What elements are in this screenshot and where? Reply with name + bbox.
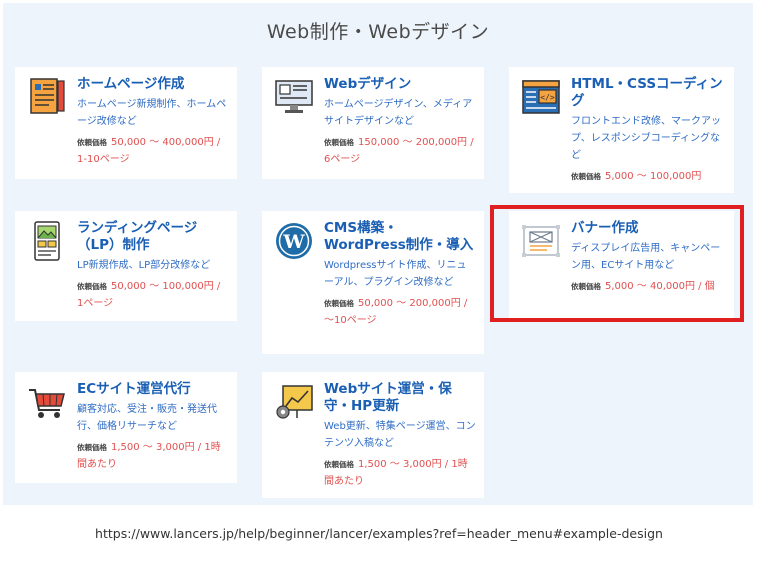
card-description: ホームページデザイン、メディアサイトデザインなど [324, 99, 473, 127]
price-label: 依頼価格 [77, 443, 107, 452]
card-description: Wordpressサイト作成、リニューアル、プラグイン改修など [324, 260, 467, 288]
card-description: フロントエンド改修、マークアップ、レスポンシブコーディングなど [571, 116, 721, 161]
card-cms-wordpress[interactable]: W CMS構築・WordPress制作・導入 Wordpressサイト作成、リニ… [262, 211, 484, 354]
card-description: LP新規作成、LP部分改修など [77, 260, 211, 271]
shopping-cart-icon [27, 382, 67, 422]
monitor-design-icon [274, 77, 314, 117]
price-label: 依頼価格 [77, 282, 107, 291]
price-label: 依頼価格 [324, 460, 354, 469]
card-price: 依頼価格 50,000 〜 100,000円 / 1ページ [77, 278, 229, 312]
card-description: ホームページ新規制作、ホームページ改修など [77, 99, 227, 127]
wordpress-icon: W [274, 221, 314, 261]
card-title: Webデザイン [324, 76, 412, 92]
card-price: 依頼価格 5,000 〜 100,000円 [571, 168, 726, 185]
card-price: 依頼価格 150,000 〜 200,000円 / 6ページ [324, 134, 476, 168]
card-price: 依頼価格 50,000 〜 400,000円 / 1-10ページ [77, 134, 229, 168]
card-title: HTML・CSSコーディング [571, 76, 723, 109]
svg-text:W: W [282, 231, 305, 253]
card-description: 顧客対応、受注・販売・発送代行、価格リサーチなど [77, 404, 217, 432]
highlight-box [490, 205, 744, 322]
card-ec-operation[interactable]: ECサイト運営代行 顧客対応、受注・販売・発送代行、価格リサーチなど 依頼価格 1… [15, 372, 237, 483]
landing-page-icon [27, 221, 67, 261]
price-label: 依頼価格 [324, 138, 354, 147]
source-url: https://www.lancers.jp/help/beginner/lan… [95, 526, 663, 541]
price-label: 依頼価格 [77, 138, 107, 147]
card-title: CMS構築・WordPress制作・導入 [324, 220, 474, 253]
card-price: 依頼価格 1,500 〜 3,000円 / 1時間あたり [77, 439, 229, 473]
card-title: ホームページ作成 [77, 76, 185, 92]
price-label: 依頼価格 [571, 172, 601, 181]
price-label: 依頼価格 [324, 299, 354, 308]
section-title: Web制作・Webデザイン [266, 21, 490, 43]
card-homepage[interactable]: ホームページ作成 ホームページ新規制作、ホームページ改修など 依頼価格 50,00… [15, 67, 237, 179]
card-title: ECサイト運営代行 [77, 381, 191, 397]
code-window-icon: </> [521, 77, 561, 117]
document-ruler-icon [27, 77, 67, 117]
card-price: 依頼価格 50,000 〜 200,000円 / 〜10ページ [324, 295, 476, 329]
card-price: 依頼価格 1,500 〜 3,000円 / 1時間あたり [324, 456, 476, 490]
price-value: 5,000 〜 100,000円 [605, 171, 702, 182]
card-title: ランディングページ（LP）制作 [77, 220, 198, 253]
card-web-design[interactable]: Webデザイン ホームページデザイン、メディアサイトデザインなど 依頼価格 150… [262, 67, 484, 179]
card-site-maintenance[interactable]: Webサイト運営・保守・HP更新 Web更新、特集ページ運営、コンテンツ入稿など… [262, 372, 484, 498]
card-description: Web更新、特集ページ運営、コンテンツ入稿など [324, 421, 476, 449]
svg-text:</>: </> [540, 93, 555, 102]
card-title: Webサイト運営・保守・HP更新 [324, 381, 452, 414]
chart-gear-icon [274, 382, 314, 422]
card-html-css[interactable]: </> HTML・CSSコーディング フロントエンド改修、マークアップ、レスポン… [509, 67, 734, 193]
card-landing-page[interactable]: ランディングページ（LP）制作 LP新規作成、LP部分改修など 依頼価格 50,0… [15, 211, 237, 321]
